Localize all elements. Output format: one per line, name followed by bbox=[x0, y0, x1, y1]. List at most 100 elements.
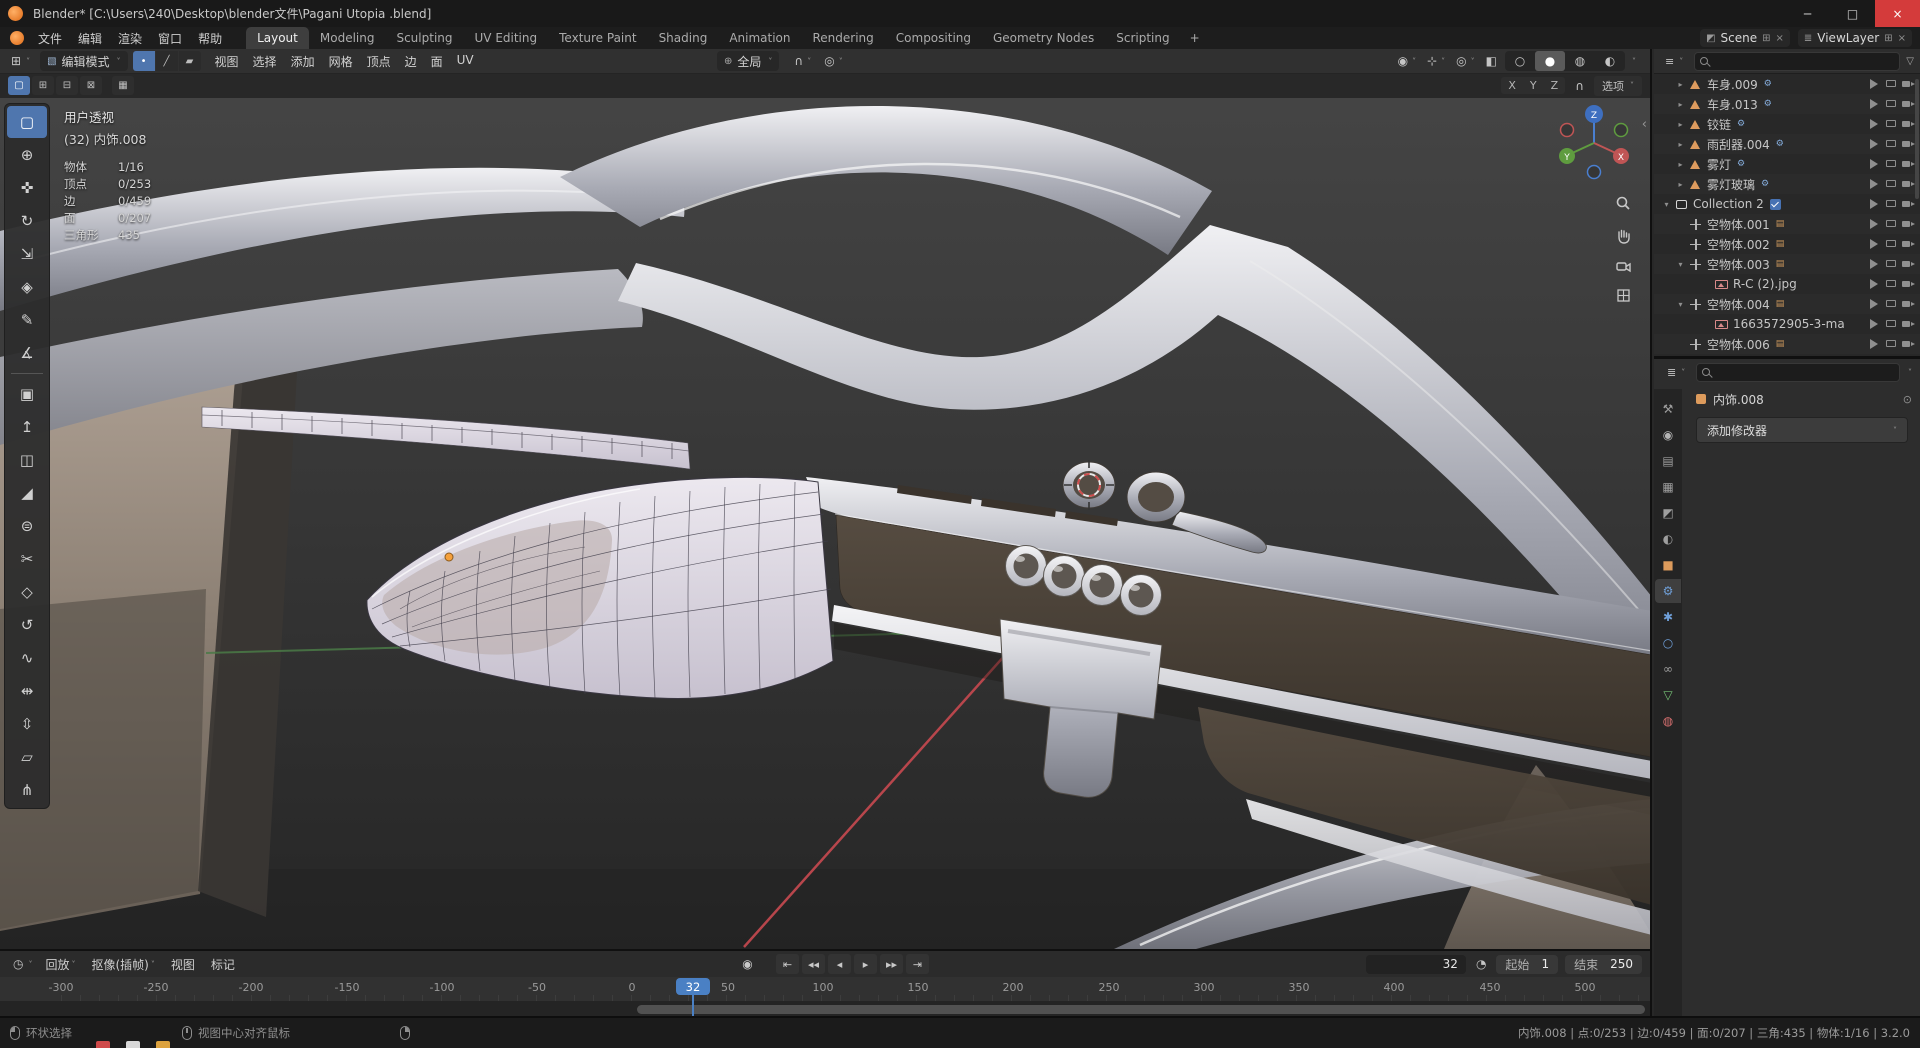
tool-button[interactable]: ↺ bbox=[7, 609, 47, 641]
properties-tab[interactable]: ⚙ bbox=[1655, 579, 1681, 603]
hide-render-toggle-icon[interactable] bbox=[1901, 337, 1915, 351]
viewport-menu-item[interactable]: 面 bbox=[424, 53, 450, 70]
hide-render-toggle-icon[interactable] bbox=[1901, 297, 1915, 311]
hide-render-toggle-icon[interactable] bbox=[1901, 177, 1915, 191]
maximize-button[interactable]: □ bbox=[1830, 0, 1875, 27]
expander-icon[interactable]: ▾ bbox=[1674, 260, 1687, 269]
viewport-toggle-button[interactable]: ⊹ ˅ bbox=[1424, 51, 1448, 71]
hide-render-toggle-icon[interactable] bbox=[1901, 237, 1915, 251]
transport-button[interactable]: ▸▸ bbox=[880, 954, 903, 974]
menu-item[interactable]: 渲染 bbox=[110, 27, 150, 49]
taskbar-icon[interactable] bbox=[96, 1041, 110, 1048]
select-option-button[interactable]: ⊠ bbox=[80, 76, 102, 95]
tool-button[interactable]: ⊜ bbox=[7, 510, 47, 542]
timeline-scrollbar[interactable] bbox=[637, 1005, 1645, 1014]
tool-button[interactable]: ↥ bbox=[7, 411, 47, 443]
selectable-toggle-icon[interactable] bbox=[1867, 137, 1881, 151]
options-dropdown[interactable]: 选项 ˅ bbox=[1594, 75, 1642, 96]
timeline-menu-item[interactable]: 视图 bbox=[163, 956, 203, 973]
hide-render-toggle-icon[interactable] bbox=[1901, 277, 1915, 291]
hide-viewport-toggle-icon[interactable] bbox=[1884, 277, 1898, 291]
select-mode-button[interactable]: • bbox=[132, 51, 155, 71]
scene-selector[interactable]: ◩ Scene ⊞ × bbox=[1700, 29, 1790, 47]
workspace-tab[interactable]: Shading bbox=[648, 27, 719, 49]
add-modifier-button[interactable]: 添加修改器 ˅ bbox=[1696, 417, 1908, 443]
ortho-toggle-button[interactable] bbox=[1610, 282, 1636, 308]
minimize-button[interactable]: ─ bbox=[1785, 0, 1830, 27]
shading-mode-button[interactable]: ● bbox=[1535, 51, 1565, 71]
tool-button[interactable]: ✜ bbox=[7, 172, 47, 204]
outliner-row[interactable]: ▸ 雨刮器.004 ⚙ bbox=[1654, 134, 1920, 154]
workspace-tab[interactable]: Sculpting bbox=[385, 27, 463, 49]
snap-icon[interactable]: ∩ bbox=[1572, 76, 1587, 96]
selectable-toggle-icon[interactable] bbox=[1867, 217, 1881, 231]
properties-tab[interactable]: ▤ bbox=[1655, 449, 1681, 473]
viewlayer-selector[interactable]: ≣ ViewLayer ⊞ × bbox=[1797, 29, 1912, 47]
remove-viewlayer-icon[interactable]: × bbox=[1898, 33, 1906, 44]
axis-neg-y-handle[interactable] bbox=[1613, 122, 1629, 138]
hide-viewport-toggle-icon[interactable] bbox=[1884, 117, 1898, 131]
new-viewlayer-icon[interactable]: ⊞ bbox=[1884, 33, 1892, 44]
workspace-tab[interactable]: Layout bbox=[246, 27, 309, 49]
tool-button[interactable]: ◢ bbox=[7, 477, 47, 509]
menu-item[interactable]: 帮助 bbox=[190, 27, 230, 49]
tool-button[interactable]: ✂ bbox=[7, 543, 47, 575]
auto-keying-button[interactable]: ◉ bbox=[736, 954, 759, 974]
menu-item[interactable]: 文件 bbox=[30, 27, 70, 49]
blender-menu-icon[interactable] bbox=[10, 31, 24, 45]
timeline-menu-item[interactable]: 标记 bbox=[203, 956, 243, 973]
tool-button[interactable]: ⇹ bbox=[7, 675, 47, 707]
properties-tab[interactable]: ◩ bbox=[1655, 501, 1681, 525]
expander-icon[interactable]: ▸ bbox=[1674, 180, 1687, 189]
properties-tab[interactable]: ▦ bbox=[1655, 475, 1681, 499]
tool-button[interactable]: ▢ bbox=[7, 106, 47, 138]
viewport-menu-item[interactable]: 选择 bbox=[246, 53, 284, 70]
tool-button[interactable]: ∿ bbox=[7, 642, 47, 674]
workspace-tab[interactable]: Rendering bbox=[802, 27, 885, 49]
properties-tab[interactable]: ∞ bbox=[1655, 657, 1681, 681]
hide-viewport-toggle-icon[interactable] bbox=[1884, 177, 1898, 191]
tool-button[interactable]: ▣ bbox=[7, 378, 47, 410]
select-mode-button[interactable]: ▰ bbox=[178, 51, 201, 71]
outliner-row[interactable]: 空物体.006 ▤ bbox=[1654, 334, 1920, 354]
workspace-tab[interactable]: Geometry Nodes bbox=[982, 27, 1105, 49]
outliner-editor-button[interactable]: ≡ ˅ bbox=[1660, 51, 1688, 71]
properties-tab[interactable]: ◉ bbox=[1655, 423, 1681, 447]
selectable-toggle-icon[interactable] bbox=[1867, 297, 1881, 311]
tool-button[interactable]: ✎ bbox=[7, 304, 47, 336]
selectable-toggle-icon[interactable] bbox=[1867, 77, 1881, 91]
transport-button[interactable]: ◂ bbox=[828, 954, 851, 974]
outliner-row[interactable]: 空物体.001 ▤ bbox=[1654, 214, 1920, 234]
selectable-toggle-icon[interactable] bbox=[1867, 177, 1881, 191]
add-workspace-button[interactable]: + bbox=[1181, 31, 1209, 45]
viewport-toggle-button[interactable]: ◉ ˅ bbox=[1395, 51, 1419, 71]
viewport-toggle-button[interactable]: ◧ bbox=[1483, 51, 1500, 71]
close-button[interactable]: × bbox=[1875, 0, 1920, 27]
viewport-menu-item[interactable]: 顶点 bbox=[360, 53, 398, 70]
menu-item[interactable]: 窗口 bbox=[150, 27, 190, 49]
viewport-menu-item[interactable]: 网格 bbox=[322, 53, 360, 70]
mode-dropdown[interactable]: ▧ 编辑模式 ˅ bbox=[40, 51, 128, 71]
frame-start-field[interactable]: 起始 1 bbox=[1496, 954, 1559, 974]
selectable-toggle-icon[interactable] bbox=[1867, 337, 1881, 351]
properties-filter-icon[interactable]: ˅ bbox=[1908, 368, 1912, 377]
preview-range-icon[interactable]: ◔ bbox=[1473, 954, 1489, 974]
taskbar-icon[interactable] bbox=[156, 1041, 170, 1048]
properties-tab[interactable]: ◍ bbox=[1655, 709, 1681, 733]
hide-render-toggle-icon[interactable] bbox=[1901, 77, 1915, 91]
expander-icon[interactable]: ▾ bbox=[1660, 200, 1673, 209]
hide-viewport-toggle-icon[interactable] bbox=[1884, 217, 1898, 231]
region-collapse-icon[interactable]: ‹ bbox=[1642, 117, 1647, 132]
menu-item[interactable]: 编辑 bbox=[70, 27, 110, 49]
tool-button[interactable]: ◇ bbox=[7, 576, 47, 608]
timeline-ruler[interactable]: -300 -250 -200 -150 -100 -50 0 50 100 15… bbox=[0, 977, 1650, 1002]
selectable-toggle-icon[interactable] bbox=[1867, 117, 1881, 131]
new-scene-icon[interactable]: ⊞ bbox=[1762, 33, 1770, 44]
selectable-toggle-icon[interactable] bbox=[1867, 237, 1881, 251]
current-frame-field[interactable]: 32 bbox=[1365, 954, 1466, 974]
tool-button[interactable]: ▱ bbox=[7, 741, 47, 773]
hide-viewport-toggle-icon[interactable] bbox=[1884, 337, 1898, 351]
properties-search-input[interactable] bbox=[1714, 364, 1894, 380]
viewport-menu-item[interactable]: UV bbox=[450, 53, 481, 67]
properties-tab[interactable]: ⚒ bbox=[1655, 397, 1681, 421]
